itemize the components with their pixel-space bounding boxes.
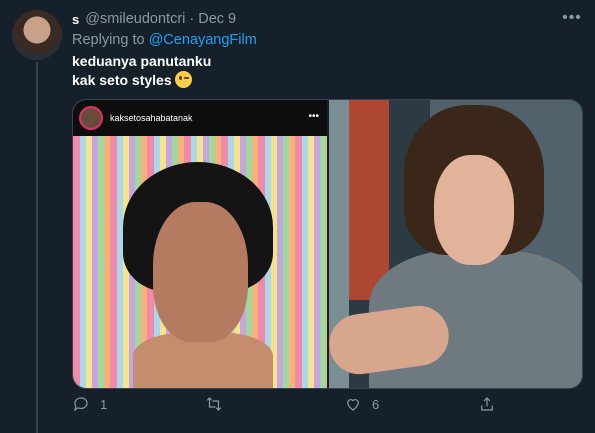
reply-icon — [74, 397, 88, 412]
like-count: 6 — [372, 396, 380, 412]
replying-prefix: Replying to — [72, 32, 149, 48]
replying-to: Replying to @CenayangFilm — [72, 32, 257, 48]
retweet-button[interactable] — [205, 395, 233, 413]
instagram-header-bar: kaksetosahabatanak ••• — [73, 100, 327, 136]
like-button[interactable]: 6 — [344, 395, 379, 413]
instagram-username: kaksetosahabatanak — [110, 113, 193, 123]
tweet-date[interactable]: Dec 9 — [198, 11, 236, 27]
portrait-left — [123, 162, 273, 388]
instagram-more-icon: ••• — [308, 111, 319, 122]
tweet-header: s @smileudontcri · Dec 9 — [72, 9, 236, 29]
heart-icon — [347, 399, 359, 411]
winking-face-emoji-icon — [174, 71, 192, 88]
reply-count: 1 — [100, 396, 108, 412]
retweet-icon — [206, 397, 222, 411]
tweet-actions: 1 6 — [72, 395, 582, 419]
tweet-text-line-1: keduanya panutanku — [72, 53, 212, 69]
separator-dot: · — [189, 11, 195, 27]
avatar[interactable] — [12, 10, 62, 60]
mention-link[interactable]: @CenayangFilm — [149, 32, 257, 48]
user-handle[interactable]: @smileudontcri — [85, 11, 185, 27]
thread-line — [36, 62, 38, 433]
tweet[interactable]: s @smileudontcri · Dec 9 ••• Replying to… — [0, 0, 595, 433]
display-name[interactable]: s — [72, 12, 79, 27]
tweet-text: keduanya panutanku kak seto styles — [72, 52, 211, 90]
tweet-text-line-2-wrap: kak seto styles — [72, 71, 211, 90]
instagram-avatar-icon — [79, 106, 103, 130]
share-button[interactable] — [478, 395, 496, 413]
media-grid: kaksetosahabatanak ••• — [72, 99, 583, 389]
more-icon[interactable]: ••• — [560, 9, 584, 26]
media-image-right[interactable] — [329, 100, 582, 388]
tweet-text-line-2: kak seto styles — [72, 72, 172, 88]
reply-button[interactable]: 1 — [72, 395, 107, 413]
share-icon — [481, 397, 493, 411]
media-image-left[interactable]: kaksetosahabatanak ••• — [73, 100, 329, 388]
